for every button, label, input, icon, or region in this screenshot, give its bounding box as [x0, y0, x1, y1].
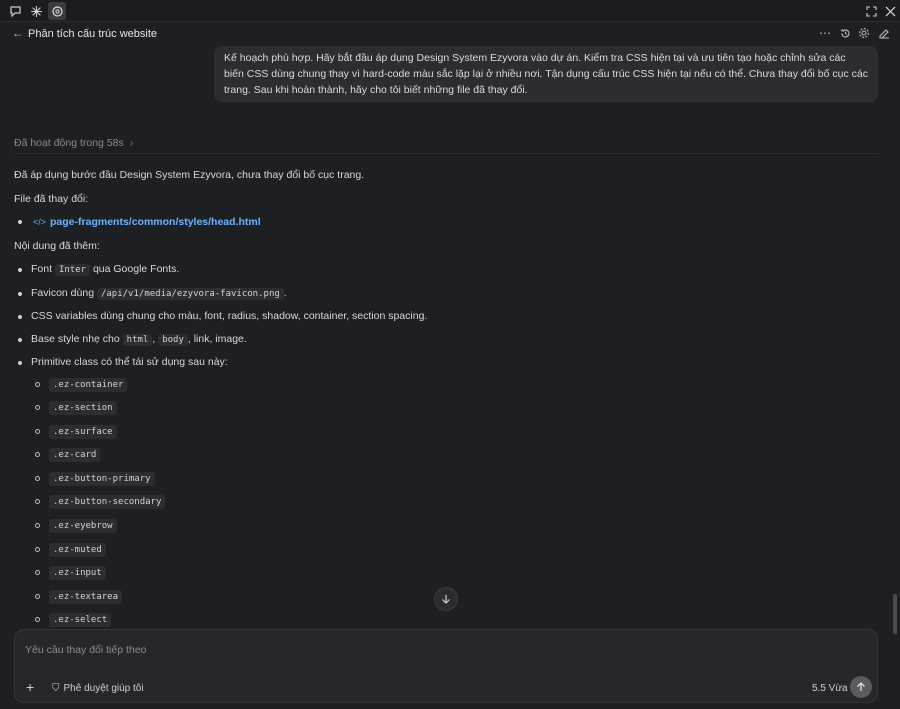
bullet [18, 220, 22, 224]
sub-bullet [35, 452, 40, 457]
inline-code: body [158, 334, 188, 346]
list-item-base: Base style nhẹ cho html, body, link, ima… [31, 333, 247, 346]
class-name: .ez-eyebrow [49, 519, 117, 533]
conversation-header: ← Phân tích cấu trúc website ⋯ [0, 22, 900, 44]
activity-toggle[interactable]: Đã hoạt động trong 58s › [14, 137, 133, 149]
fullscreen-icon[interactable] [863, 3, 879, 19]
sub-bullet [35, 476, 40, 481]
bullet [18, 292, 22, 296]
divider [14, 153, 878, 154]
file-link-text: page-fragments/common/styles/head.html [50, 216, 261, 228]
arrow-up-icon [857, 682, 865, 691]
more-options-icon[interactable]: ⋯ [818, 26, 832, 40]
inline-code: Inter [54, 264, 91, 276]
send-button[interactable] [850, 676, 872, 698]
code-icon: </> [33, 217, 47, 227]
settings-icon[interactable] [857, 26, 871, 40]
item-text: Favicon dùng [31, 287, 95, 299]
content-heading: Nội dung đã thêm: [14, 240, 100, 252]
class-name: .ez-textarea [49, 590, 123, 604]
back-arrow-icon[interactable]: ← [12, 26, 24, 40]
sub-bullet [35, 382, 40, 387]
item-text: . [283, 287, 287, 299]
chat-icon[interactable] [6, 2, 24, 20]
approval-label: Phê duyệt giúp tôi [63, 683, 144, 694]
chevron-right-icon: › [129, 137, 134, 149]
class-name: .ez-card [49, 448, 101, 462]
class-name: .ez-select [49, 613, 112, 627]
list-item-favicon: Favicon dùng /api/v1/media/ezyvora-favic… [31, 287, 287, 300]
bullet [18, 268, 22, 272]
bullet [18, 361, 22, 365]
class-name: .ez-button-secondary [49, 495, 166, 509]
list-item-vars: CSS variables dùng chung cho màu, font, … [31, 310, 428, 322]
class-name: .ez-section [49, 401, 117, 415]
list-item-primitive: Primitive class có thể tái sử dụng sau n… [31, 356, 228, 368]
item-text: Base style nhẹ cho [31, 333, 120, 345]
model-selector[interactable]: 5.5 Vừa [812, 683, 848, 694]
item-text: , [152, 333, 156, 345]
item-text: qua Google Fonts. [92, 263, 180, 275]
add-attachment-icon[interactable]: + [26, 679, 34, 695]
sub-bullet [35, 594, 40, 599]
files-heading: File đã thay đổi: [14, 193, 89, 205]
composer-input[interactable]: Yêu cầu thay đổi tiếp theo [25, 644, 146, 656]
class-name: .ez-container [49, 378, 128, 392]
approval-mode-button[interactable]: ⛉ Phê duyệt giúp tôi [52, 683, 144, 694]
class-name: .ez-input [49, 566, 106, 580]
scroll-down-button[interactable] [434, 587, 458, 611]
title-bar [0, 0, 900, 22]
sub-bullet [35, 547, 40, 552]
sub-bullet [35, 523, 40, 528]
composer: Yêu cầu thay đổi tiếp theo + ⛉ Phê duyệt … [14, 629, 878, 703]
close-icon[interactable] [882, 3, 898, 19]
arrow-down-icon [442, 595, 450, 604]
class-name: .ez-surface [49, 425, 117, 439]
history-icon[interactable] [838, 26, 852, 40]
activity-label: Đã hoạt động trong 58s [14, 137, 124, 149]
class-name: .ez-button-primary [49, 472, 155, 486]
sub-bullet [35, 570, 40, 575]
scrollbar[interactable] [893, 594, 897, 634]
sub-bullet [35, 499, 40, 504]
openai-icon[interactable] [48, 2, 66, 20]
sub-bullet [35, 405, 40, 410]
file-link[interactable]: </> page-fragments/common/styles/head.htm… [33, 216, 261, 228]
inline-code: html [122, 334, 153, 346]
sub-bullet [35, 429, 40, 434]
item-text: Font [31, 263, 53, 275]
bullet [18, 315, 22, 319]
edit-icon[interactable] [877, 26, 891, 40]
list-item-font: Font Inter qua Google Fonts. [31, 263, 180, 276]
class-name: .ez-muted [49, 543, 106, 557]
bullet [18, 338, 22, 342]
sub-bullet [35, 617, 40, 622]
conversation-title: Phân tích cấu trúc website [28, 28, 158, 40]
response-summary: Đã áp dụng bước đầu Design System Ezyvor… [14, 169, 365, 181]
item-text: , link, image. [187, 333, 247, 345]
inline-code: /api/v1/media/ezyvora-favicon.png [96, 288, 284, 300]
user-message-bubble: Kế hoạch phù hợp. Hãy bắt đầu áp dụng De… [214, 46, 878, 102]
shield-icon: ⛉ [52, 683, 60, 694]
sparkle-icon[interactable] [27, 2, 45, 20]
